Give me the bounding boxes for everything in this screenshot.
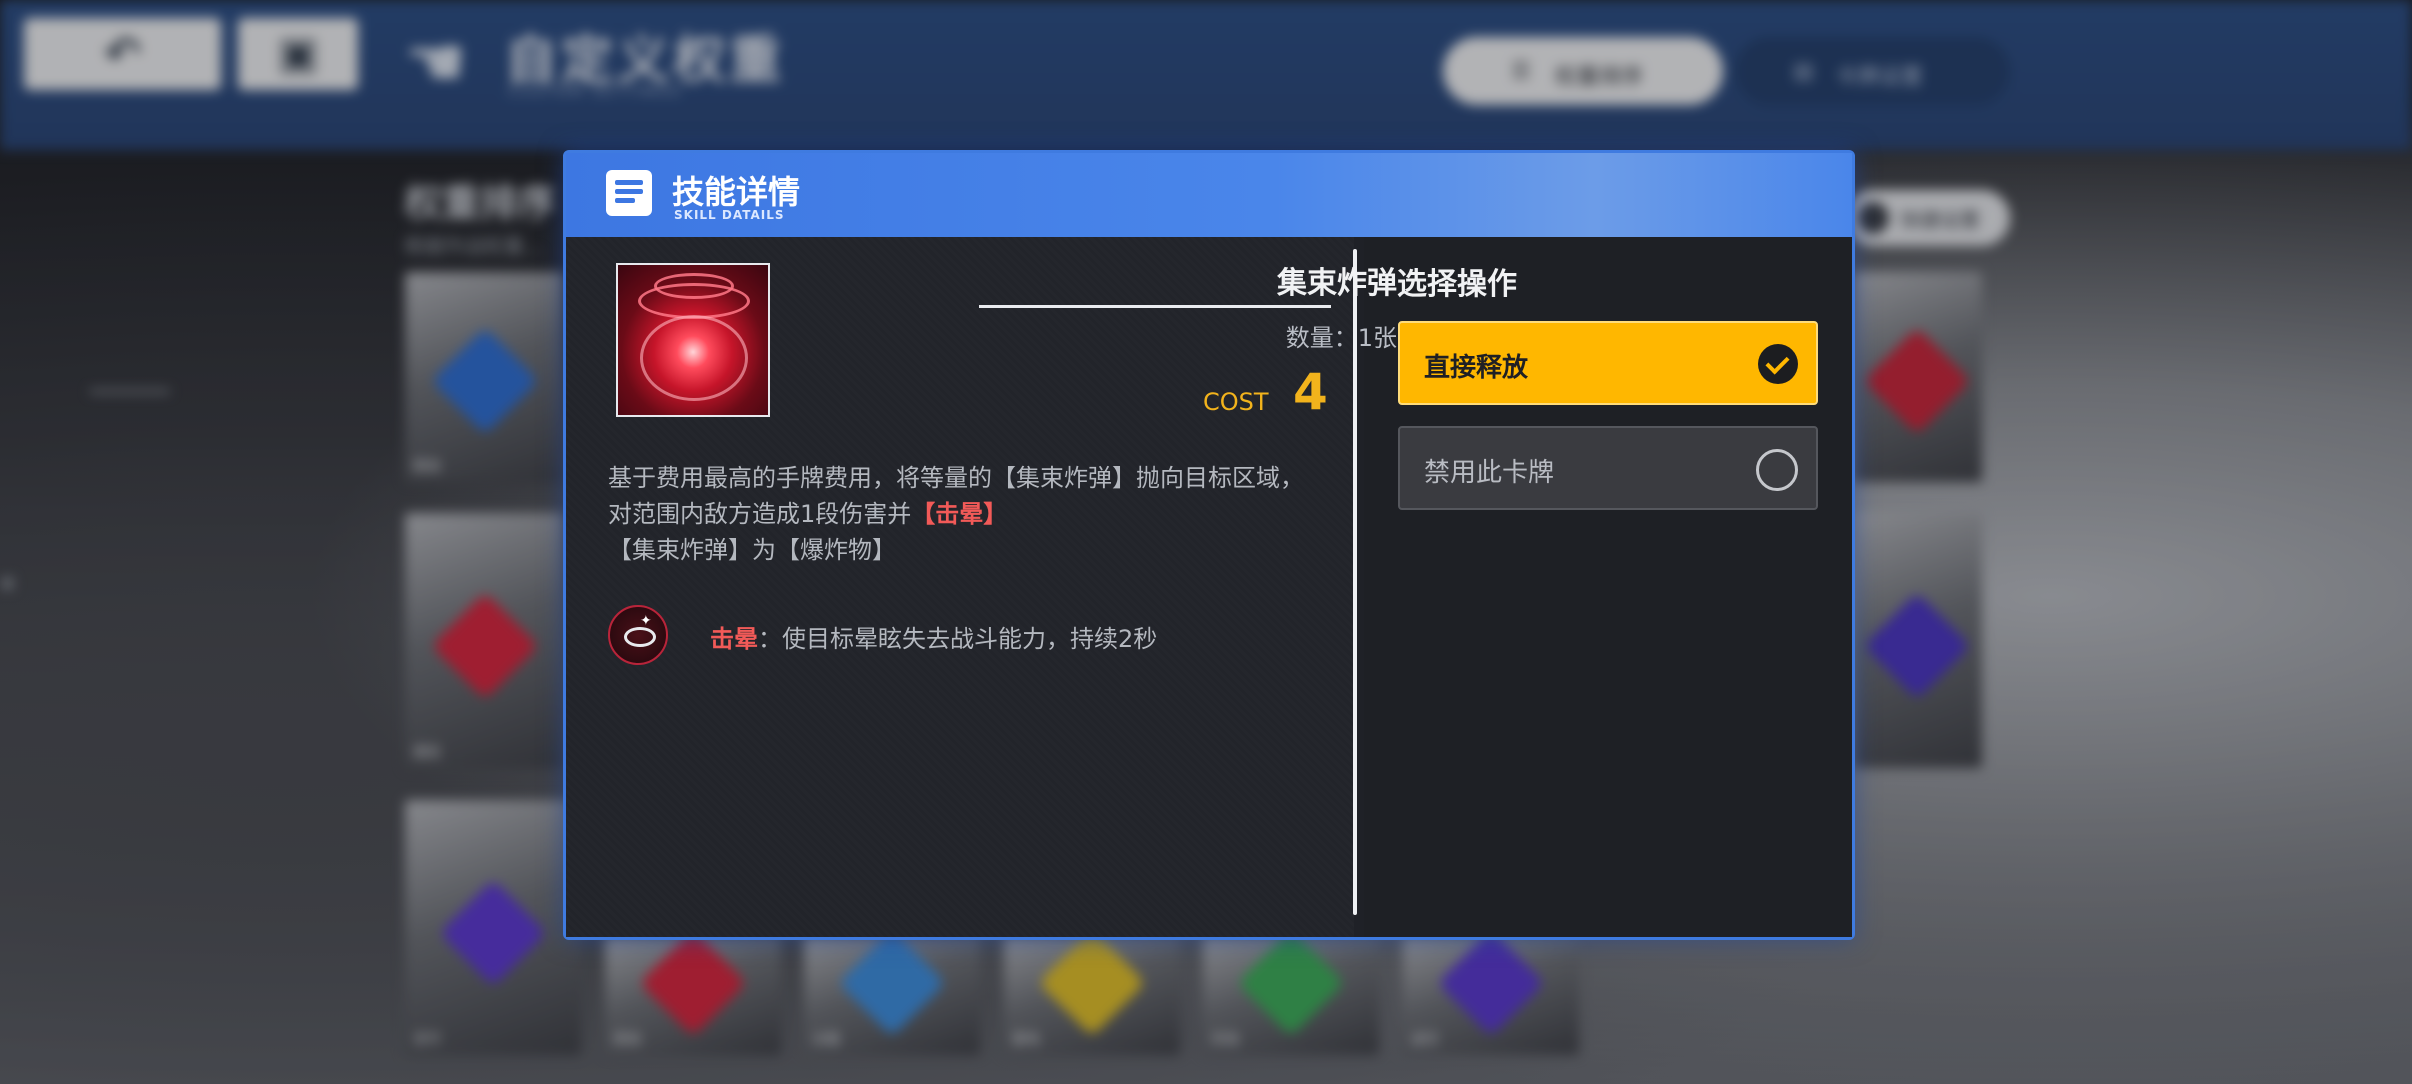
dialog-title: 技能详情 — [672, 173, 801, 211]
skill-art-ring — [640, 315, 748, 401]
radio-icon — [1756, 449, 1798, 491]
skill-art-ring — [654, 273, 734, 299]
checkmark-icon — [1758, 344, 1798, 384]
skill-name-underline — [979, 305, 1331, 308]
option-disable-card[interactable]: 禁用此卡牌 — [1398, 426, 1818, 510]
description-text: 对范围内敌方造成1段伤害并 — [608, 500, 912, 528]
document-icon — [606, 170, 652, 216]
skill-description-line: 基于费用最高的手牌费用，将等量的【集束炸弹】抛向目标区域， — [608, 464, 1304, 492]
status-effect-description: ：使目标晕眩失去战斗能力，持续2秒 — [758, 625, 1158, 653]
stun-icon: ✦ — [608, 605, 668, 665]
cost-label: COST — [1203, 388, 1269, 416]
option-release-directly[interactable]: 直接释放 — [1398, 321, 1818, 405]
skill-description-line: 【集束炸弹】为【爆炸物】 — [608, 536, 896, 564]
dialog-header: 技能详情 SKILL DATAILS — [566, 153, 1852, 237]
stun-keyword: 【击晕】 — [911, 500, 1008, 528]
skill-details-dialog: 技能详情 SKILL DATAILS 集束炸弹 数量：1张 COST 4 基于费… — [563, 150, 1855, 940]
status-effect-name: 击晕 — [710, 625, 758, 653]
cost-value: 4 — [1293, 363, 1328, 421]
option-label: 直接释放 — [1424, 353, 1529, 383]
option-label: 禁用此卡牌 — [1424, 458, 1555, 488]
skill-quantity: 数量：1张 — [1285, 324, 1397, 352]
skill-image — [616, 263, 770, 417]
operations-title: 选择操作 — [1397, 267, 1517, 302]
skill-name: 集束炸弹 — [1277, 266, 1397, 301]
skill-description-line: 对范围内敌方造成1段伤害并【击晕】 — [608, 494, 1007, 529]
dialog-subtitle: SKILL DATAILS — [674, 208, 785, 222]
